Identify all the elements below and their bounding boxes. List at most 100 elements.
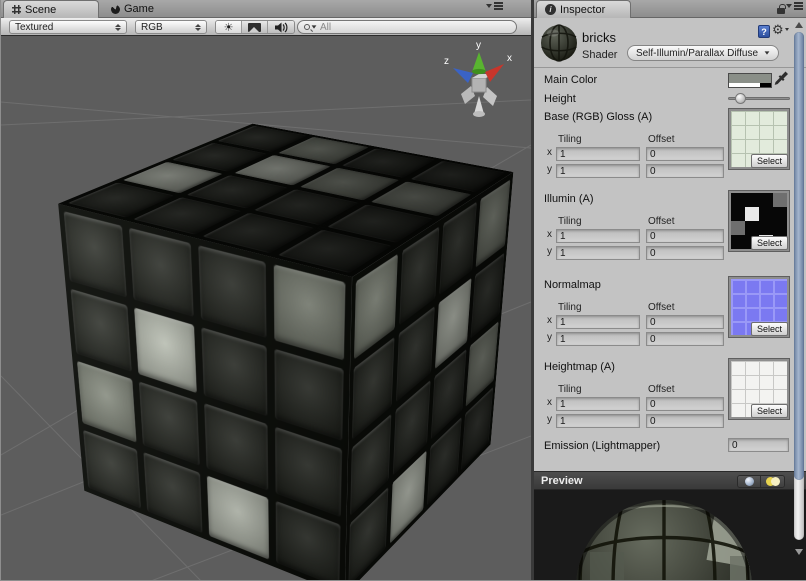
- height-slider[interactable]: [728, 97, 790, 100]
- shader-value: Self-Illumin/Parallax Diffuse: [636, 48, 758, 59]
- tiling-y-input[interactable]: [556, 414, 640, 428]
- scene-view-toggles: ☀: [215, 20, 295, 34]
- game-icon: [111, 5, 120, 14]
- offset-x-input[interactable]: [646, 315, 724, 329]
- tab-game[interactable]: Game: [103, 0, 203, 18]
- preview-header[interactable]: Preview: [534, 471, 806, 490]
- gizmo-z-label: z: [444, 56, 449, 67]
- offset-x-input[interactable]: [646, 147, 724, 161]
- dropdown-triangle-icon: [765, 51, 770, 54]
- main-color-label: Main Color: [544, 74, 597, 86]
- tab-scene[interactable]: Scene: [3, 0, 99, 18]
- draw-mode-dropdown[interactable]: Textured: [9, 20, 127, 34]
- lighting-toggle-button[interactable]: ☀: [216, 21, 242, 33]
- material-preview-area[interactable]: [534, 490, 806, 581]
- tiling-y-input[interactable]: [556, 164, 640, 178]
- y-axis-label: y: [547, 164, 552, 175]
- material-ball-thumbnail: [540, 24, 578, 62]
- draw-mode-value: Textured: [15, 22, 110, 33]
- gizmo-center-cube[interactable]: [472, 78, 486, 92]
- scene-viewport[interactable]: y x z: [1, 36, 531, 581]
- search-filter-triangle-icon[interactable]: [312, 25, 317, 28]
- inspector-tabbar: Inspector: [534, 0, 806, 18]
- offset-header: Offset: [648, 134, 675, 145]
- normalmap-texture-thumbnail[interactable]: Select: [729, 277, 789, 337]
- scene-tabbar: Scene Game: [1, 0, 531, 18]
- tiling-y-input[interactable]: [556, 246, 640, 260]
- help-icon[interactable]: [758, 25, 770, 38]
- texture-section-heightmap: Heightmap (A) Tiling Offset x y Select: [534, 361, 806, 443]
- hamburger-icon: [494, 2, 503, 4]
- offset-y-input[interactable]: [646, 164, 724, 178]
- y-axis-label: y: [547, 414, 552, 425]
- audio-toggle-button[interactable]: [268, 21, 294, 33]
- tiling-header: Tiling: [558, 216, 582, 227]
- sun-icon: ☀: [224, 22, 234, 33]
- tab-inspector[interactable]: Inspector: [536, 0, 631, 18]
- scroll-down-arrow-icon[interactable]: [793, 547, 805, 557]
- search-icon: [304, 24, 310, 30]
- offset-x-input[interactable]: [646, 229, 724, 243]
- render-mode-dropdown[interactable]: RGB: [135, 20, 207, 34]
- scene-orientation-gizmo[interactable]: y x z: [441, 38, 517, 120]
- section-label: Base (RGB) Gloss (A): [544, 111, 652, 123]
- tiling-header: Tiling: [558, 302, 582, 313]
- inspector-pane-menu-icon[interactable]: [786, 4, 803, 8]
- tiling-x-input[interactable]: [556, 147, 640, 161]
- info-icon: [545, 4, 556, 15]
- offset-y-input[interactable]: [646, 414, 724, 428]
- eyedropper-icon[interactable]: [774, 70, 788, 87]
- bricks-cube-object[interactable]: [194, 146, 375, 539]
- scroll-up-arrow-icon[interactable]: [793, 20, 805, 30]
- scene-grid-icon: [12, 5, 21, 14]
- tiling-y-input[interactable]: [556, 332, 640, 346]
- gear-icon[interactable]: [772, 23, 789, 38]
- search-input[interactable]: [320, 22, 490, 33]
- x-axis-label: x: [547, 229, 552, 240]
- x-axis-label: x: [547, 397, 552, 408]
- heightmap-texture-thumbnail[interactable]: Select: [729, 359, 789, 419]
- alpha-bar: [729, 83, 771, 87]
- base-texture-thumbnail[interactable]: Select: [729, 109, 789, 169]
- gizmo-x-axis[interactable]: [485, 64, 504, 82]
- updown-arrows-icon: [195, 24, 201, 31]
- scene-pane-menu-icon[interactable]: [486, 4, 503, 8]
- offset-x-input[interactable]: [646, 397, 724, 411]
- shader-dropdown[interactable]: Self-Illumin/Parallax Diffuse: [627, 45, 779, 61]
- emission-input[interactable]: [728, 438, 789, 452]
- dropdown-triangle-icon: [786, 4, 792, 8]
- main-color-swatch[interactable]: [728, 73, 772, 88]
- x-axis-label: x: [547, 315, 552, 326]
- lock-icon[interactable]: [777, 8, 785, 14]
- tiling-x-input[interactable]: [556, 229, 640, 243]
- select-texture-button[interactable]: Select: [751, 154, 788, 168]
- gizmo-z-axis[interactable]: [453, 68, 473, 83]
- y-axis-label: y: [547, 246, 552, 257]
- render-mode-value: RGB: [141, 22, 190, 33]
- height-label: Height: [544, 93, 576, 105]
- tiling-x-input[interactable]: [556, 397, 640, 411]
- select-texture-button[interactable]: Select: [751, 322, 788, 336]
- preview-light-button[interactable]: [761, 476, 784, 487]
- preview-shape-button[interactable]: [738, 476, 761, 487]
- skybox-toggle-button[interactable]: [242, 21, 268, 33]
- illumin-texture-thumbnail[interactable]: Select: [729, 191, 789, 251]
- offset-header: Offset: [648, 216, 675, 227]
- select-texture-button[interactable]: Select: [751, 236, 788, 250]
- offset-y-input[interactable]: [646, 246, 724, 260]
- tab-game-label: Game: [124, 3, 154, 15]
- x-axis-label: x: [547, 147, 552, 158]
- tab-inspector-label: Inspector: [560, 4, 605, 16]
- unity-editor-window: Scene Game Textured RGB ☀: [0, 0, 806, 581]
- scene-search-field: [297, 20, 517, 34]
- tiling-header: Tiling: [558, 384, 582, 395]
- height-slider-knob[interactable]: [735, 93, 746, 104]
- select-texture-button[interactable]: Select: [751, 404, 788, 418]
- inspector-scrollbar: [793, 20, 805, 581]
- speaker-icon: [274, 22, 288, 33]
- scrollbar-thumb[interactable]: [794, 32, 804, 480]
- preview-title: Preview: [541, 475, 583, 487]
- tiling-x-input[interactable]: [556, 315, 640, 329]
- image-icon: [248, 23, 261, 32]
- offset-y-input[interactable]: [646, 332, 724, 346]
